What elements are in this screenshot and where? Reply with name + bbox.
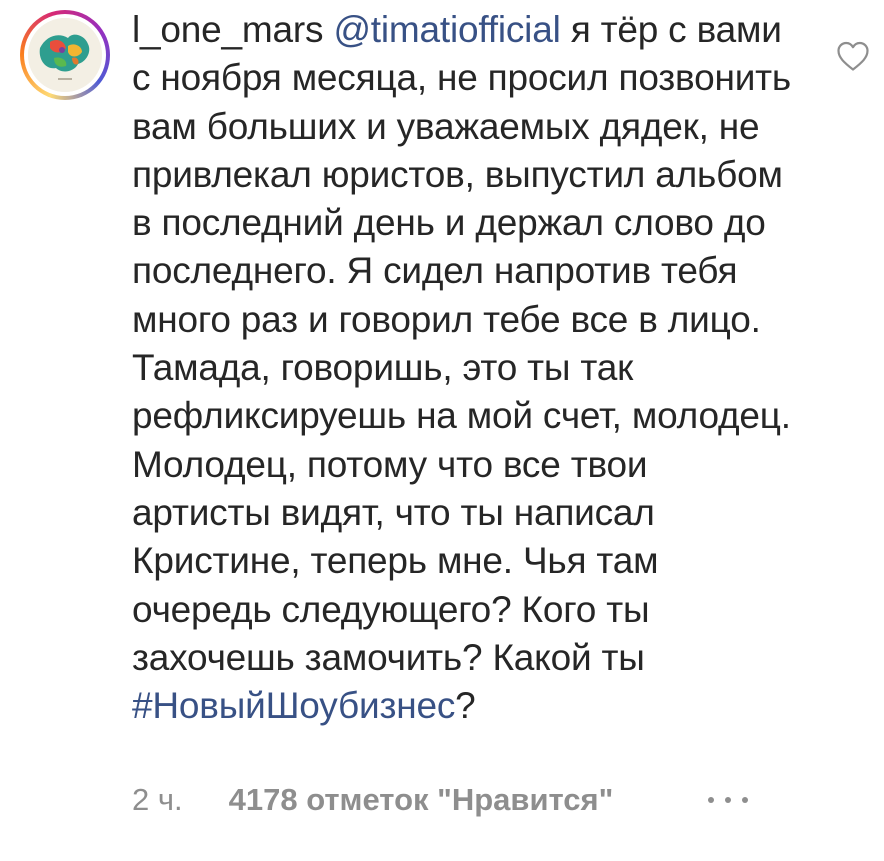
more-dots-icon[interactable] (708, 780, 748, 820)
comment-text-tail: ? (455, 685, 476, 727)
hashtag-link[interactable]: #НовыйШоубизнес (132, 685, 455, 726)
comment-time: 2 ч. (132, 782, 183, 817)
mention-link[interactable]: @timatiofficial (333, 9, 560, 50)
likes-count-link[interactable]: 4178 отметок "Нравится" (229, 782, 614, 818)
dot (725, 797, 731, 803)
avatar-art-icon (28, 18, 102, 92)
username-link[interactable]: l_one_mars (132, 9, 324, 50)
dot (708, 797, 714, 803)
dot (742, 797, 748, 803)
comment-text: я тёр с вами с ноября месяца, не просил … (132, 9, 791, 678)
avatar-ring-gap (24, 14, 106, 96)
avatar[interactable] (20, 10, 110, 100)
comment-meta: 2 ч. 4178 отметок "Нравится" (132, 780, 613, 820)
avatar-image (28, 18, 102, 92)
heart-outline-icon[interactable] (836, 40, 870, 72)
comment-body: l_one_mars @timatiofficial я тёр с вами … (132, 6, 792, 730)
